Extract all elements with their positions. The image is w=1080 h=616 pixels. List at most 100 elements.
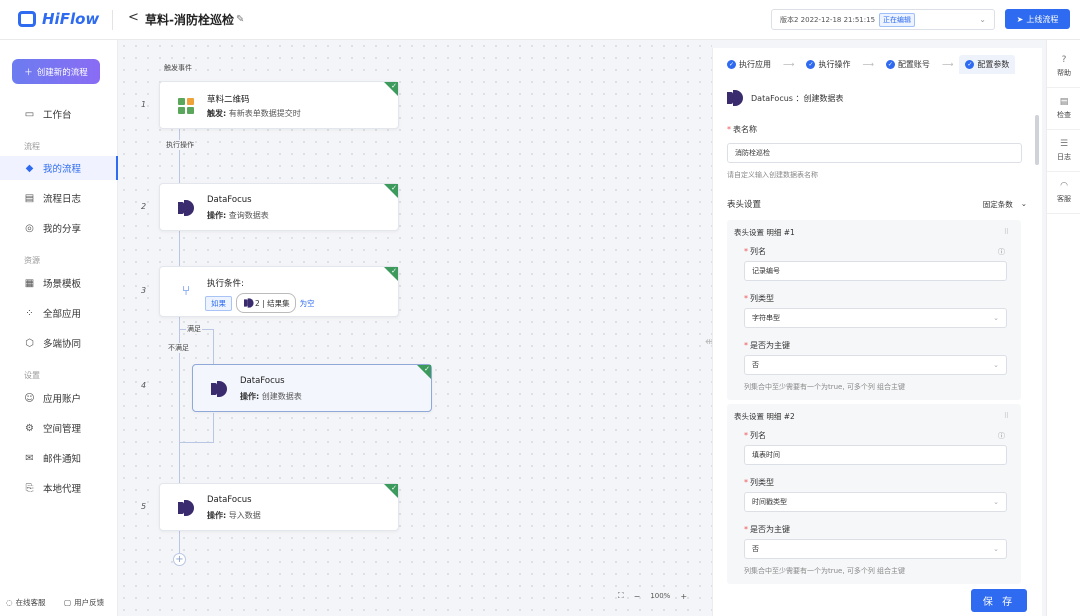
fixed-count-select[interactable]: 固定条数 ⌄ bbox=[983, 199, 1027, 210]
tab-label: 配置参数 bbox=[977, 59, 1010, 69]
column-type-select[interactable]: 字符串型 ⌄ bbox=[744, 308, 1007, 328]
panel-app-title: DataFocus ：创建数据表 bbox=[727, 90, 844, 106]
header-settings-row: 表头设置 固定条数 ⌄ bbox=[727, 198, 1027, 211]
flow-node-condition[interactable]: ✓ ⑂ 执行条件: 如果 2 | 结果集 为空 bbox=[159, 266, 399, 317]
flow-node-create-table[interactable]: ✓ DataFocus 操作: 创建数据表 bbox=[192, 364, 432, 412]
primary-key-select[interactable]: 否 ⌄ bbox=[744, 539, 1007, 559]
drag-grip-icon[interactable]: ⠿ bbox=[1004, 228, 1009, 236]
node-title: DataFocus bbox=[207, 195, 252, 205]
sidebar-item-mail-notify[interactable]: ✉ 邮件通知 bbox=[0, 446, 118, 470]
condition-expression: 如果 2 | 结果集 为空 bbox=[205, 293, 315, 313]
connector bbox=[179, 129, 180, 183]
sidebar-item-label: 工作台 bbox=[43, 110, 72, 121]
online-support-link[interactable]: ◌ 在线客服 bbox=[6, 597, 46, 608]
pencil-icon[interactable]: ✎ bbox=[236, 14, 244, 25]
zoom-level: 100% bbox=[650, 592, 671, 600]
flow-node-query[interactable]: ✓ DataFocus 操作: 查询数据表 bbox=[159, 183, 399, 231]
log-button[interactable]: ☰ 日志 bbox=[1047, 130, 1080, 172]
step-number: 1 bbox=[141, 100, 147, 109]
node-sub-value: 查询数据表 bbox=[228, 211, 269, 220]
send-icon: ➤ bbox=[1016, 14, 1024, 24]
sidebar-item-label: 空间管理 bbox=[43, 424, 82, 435]
table-name-value: 消防栓巡检 bbox=[735, 149, 770, 157]
primary-key-label: * 是否为主键 bbox=[744, 525, 790, 534]
datafocus-icon bbox=[727, 90, 743, 106]
satisfied-label: 满足 bbox=[186, 324, 202, 334]
info-icon[interactable]: ⓘ bbox=[998, 247, 1005, 257]
sidebar-item-templates[interactable]: ▦ 场景模板 bbox=[0, 271, 118, 295]
tab-exec-op[interactable]: ✓ 执行操作 bbox=[800, 55, 856, 74]
zoom-out-button[interactable]: − bbox=[634, 592, 641, 601]
feedback-link[interactable]: ▢ 用户反馈 bbox=[64, 597, 104, 608]
column-name-input[interactable]: 填表时间 bbox=[744, 445, 1007, 465]
hiflow-logo[interactable]: HiFlow bbox=[18, 9, 99, 29]
mail-icon: ✉ bbox=[25, 452, 34, 464]
zoom-in-button[interactable]: + bbox=[680, 592, 687, 601]
tab-exec-app[interactable]: ✓ 执行应用 bbox=[721, 55, 777, 74]
info-icon[interactable]: ⓘ bbox=[998, 431, 1005, 441]
sidebar: ＋ 创建新的流程 ▭ 工作台 流程 ◆ 我的流程 ▤ 流程日志 ◎ 我的分享 资… bbox=[0, 40, 118, 616]
headset-icon: ◠ bbox=[1060, 181, 1068, 191]
check-icon: ✓ bbox=[391, 184, 397, 192]
create-flow-button[interactable]: ＋ 创建新的流程 bbox=[12, 59, 100, 84]
column-name-input[interactable]: 记录编号 bbox=[744, 261, 1007, 281]
column-type-select[interactable]: 时间戳类型 ⌄ bbox=[744, 492, 1007, 512]
table-name-input[interactable]: 消防栓巡检 bbox=[727, 143, 1022, 163]
sidebar-item-all-apps[interactable]: ⁘ 全部应用 bbox=[0, 301, 118, 325]
sidebar-item-app-accounts[interactable]: ☺ 应用账户 bbox=[0, 386, 118, 410]
node-sub-key: 操作: bbox=[207, 511, 227, 520]
arrow-right-icon: ⟶ bbox=[783, 59, 795, 69]
sidebar-item-flow-log[interactable]: ▤ 流程日志 bbox=[0, 186, 118, 210]
chevron-down-icon: ⌄ bbox=[979, 15, 986, 24]
flow-node-trigger[interactable]: ✓ 草料二维码 触发: 有新表单数据提交时 bbox=[159, 81, 399, 129]
add-step-button[interactable]: + bbox=[173, 553, 186, 566]
primary-key-hint: 列集合中至少需要有一个为true, 可多个列 组合主键 bbox=[744, 567, 906, 575]
save-button[interactable]: 保 存 bbox=[971, 589, 1027, 612]
publish-button[interactable]: ➤ 上线流程 bbox=[1005, 9, 1070, 29]
sidebar-item-space-mgmt[interactable]: ⚙ 空间管理 bbox=[0, 416, 118, 440]
node-sub-key: 操作: bbox=[207, 211, 227, 220]
primary-key-select[interactable]: 否 ⌄ bbox=[744, 355, 1007, 375]
check-circle-icon: ✓ bbox=[965, 59, 975, 69]
datafocus-icon bbox=[176, 198, 196, 218]
connector bbox=[179, 231, 180, 266]
panel-scrollbar[interactable] bbox=[1035, 115, 1039, 165]
node-sub-key: 触发: bbox=[207, 109, 227, 118]
column-name-value: 记录编号 bbox=[752, 267, 780, 275]
table-name-label: * 表名称 bbox=[727, 125, 757, 134]
node-sub-value: 有新表单数据提交时 bbox=[228, 109, 301, 118]
sidebar-item-workbench[interactable]: ▭ 工作台 bbox=[0, 102, 118, 126]
node-title: DataFocus bbox=[207, 495, 252, 505]
check-circle-icon: ✓ bbox=[885, 59, 895, 69]
section-title-settings: 设置 bbox=[24, 371, 40, 380]
support-button[interactable]: ◠ 客服 bbox=[1047, 172, 1080, 214]
is-empty-label: 为空 bbox=[299, 298, 315, 308]
check-circle-icon: ✓ bbox=[727, 59, 736, 69]
sidebar-item-label: 邮件通知 bbox=[43, 454, 82, 465]
check-button[interactable]: ▤ 检查 bbox=[1047, 88, 1080, 130]
editing-badge: 正在编辑 bbox=[879, 12, 916, 27]
layers-icon: ◆ bbox=[25, 162, 34, 174]
step-number: 2 bbox=[141, 202, 147, 211]
back-button[interactable]: < bbox=[128, 10, 139, 25]
plus-icon: ＋ bbox=[24, 67, 33, 78]
column-name-label: * 列名 bbox=[744, 431, 766, 440]
clipboard-icon: ▤ bbox=[1059, 97, 1069, 107]
support-label: 客服 bbox=[1057, 195, 1071, 203]
node-subtitle: 触发: 有新表单数据提交时 bbox=[207, 108, 301, 119]
publish-label: 上线流程 bbox=[1026, 14, 1059, 24]
sidebar-item-my-flows[interactable]: ◆ 我的流程 bbox=[0, 156, 118, 180]
section-title-flow: 流程 bbox=[24, 142, 40, 151]
help-button[interactable]: ? 帮助 bbox=[1047, 46, 1080, 88]
drag-grip-icon[interactable]: ⠿ bbox=[1004, 412, 1009, 420]
flow-canvas[interactable]: 触发事件 执行操作 满足 不满足 1 ✓ 草料二维码 触发: 有新表单数据提交时… bbox=[118, 40, 712, 616]
fullscreen-icon[interactable]: ⛶ bbox=[618, 591, 624, 601]
tab-config-account[interactable]: ✓ 配置账号 bbox=[880, 55, 936, 74]
flow-node-import[interactable]: ✓ DataFocus 操作: 导入数据 bbox=[159, 483, 399, 531]
sidebar-item-local-proxy[interactable]: ⎘ 本地代理 bbox=[0, 476, 118, 500]
version-select[interactable]: 版本2 2022-12-18 21:51:15 正在编辑 ⌄ bbox=[771, 9, 995, 30]
tab-config-params[interactable]: ✓ 配置参数 bbox=[959, 54, 1016, 74]
sidebar-item-my-share[interactable]: ◎ 我的分享 bbox=[0, 216, 118, 240]
sidebar-item-multi-sync[interactable]: ⬡ 多端协同 bbox=[0, 331, 118, 355]
column-name-label: * 列名 bbox=[744, 247, 766, 256]
